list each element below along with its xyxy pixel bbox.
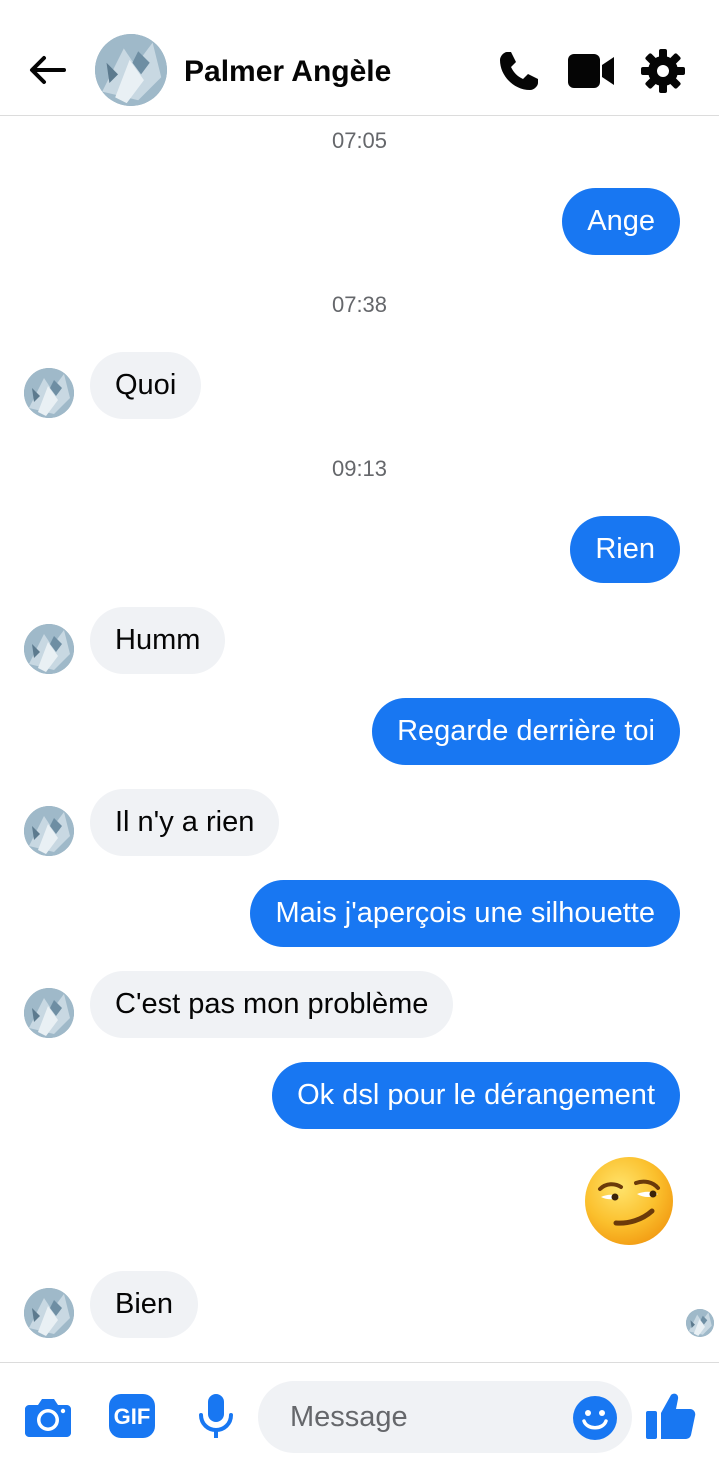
contact-avatar[interactable] [95, 34, 167, 106]
seen-indicator-avatar [686, 1309, 714, 1337]
gear-icon[interactable] [638, 46, 688, 96]
incoming-message[interactable]: Bien [90, 1271, 199, 1338]
emoji-icon[interactable] [572, 1395, 618, 1441]
incoming-message[interactable]: Quoi [90, 352, 202, 419]
chat-header: Palmer Angèle [0, 0, 719, 116]
microphone-icon[interactable] [191, 1391, 241, 1441]
message-input-container[interactable] [258, 1381, 632, 1453]
outgoing-message[interactable]: Ange [562, 188, 680, 255]
thumbs-up-icon[interactable] [644, 1389, 698, 1443]
incoming-message[interactable]: C'est pas mon problème [90, 971, 454, 1038]
timestamp: 07:38 [331, 292, 388, 317]
message-composer: GIF [0, 1362, 719, 1461]
incoming-message[interactable]: Il n'y a rien [90, 789, 280, 856]
incoming-message[interactable]: Humm [90, 607, 226, 674]
gif-icon[interactable]: GIF [107, 1391, 157, 1441]
outgoing-message[interactable]: Regarde derrière toi [372, 698, 680, 765]
gif-icon-label: GIF [114, 1404, 151, 1429]
phone-icon[interactable] [494, 46, 544, 96]
smirking-face-emoji[interactable] [584, 1156, 674, 1246]
contact-avatar-small [24, 624, 74, 674]
back-arrow-icon[interactable] [24, 46, 72, 94]
outgoing-message[interactable]: Mais j'aperçois une silhouette [250, 880, 680, 947]
video-camera-icon[interactable] [566, 46, 616, 96]
contact-name[interactable]: Palmer Angèle [184, 54, 391, 90]
contact-avatar-small [24, 368, 74, 418]
timestamp: 07:05 [331, 128, 388, 153]
outgoing-message[interactable]: Rien [570, 516, 680, 583]
camera-icon[interactable] [23, 1391, 73, 1441]
timestamp: 09:13 [331, 456, 388, 481]
message-input[interactable] [290, 1381, 560, 1453]
contact-avatar-small [24, 988, 74, 1038]
outgoing-message[interactable]: Ok dsl pour le dérangement [272, 1062, 680, 1129]
contact-avatar-small [24, 806, 74, 856]
contact-avatar-small [24, 1288, 74, 1338]
